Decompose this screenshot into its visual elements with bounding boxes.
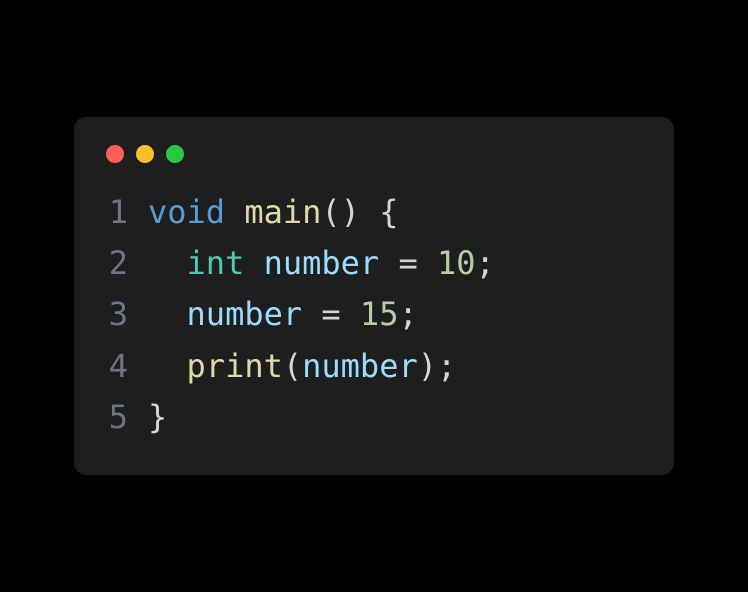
token-brace: }	[148, 398, 167, 436]
token-indent	[148, 244, 187, 282]
token-indent	[148, 295, 187, 333]
token-number: 15	[360, 295, 399, 333]
token-space	[244, 244, 263, 282]
token-number: 10	[437, 244, 476, 282]
token-semicolon: ;	[437, 347, 456, 385]
code-content: number = 15;	[148, 289, 642, 340]
code-line: 2 int number = 10;	[106, 238, 642, 289]
line-number: 4	[106, 341, 148, 392]
code-content: int number = 10;	[148, 238, 642, 289]
code-line: 1 void main() {	[106, 187, 642, 238]
code-line: 4 print(number);	[106, 341, 642, 392]
code-content: }	[148, 392, 642, 443]
code-line: 3 number = 15;	[106, 289, 642, 340]
code-content: void main() {	[148, 187, 642, 238]
close-button[interactable]	[106, 145, 124, 163]
code-content: print(number);	[148, 341, 642, 392]
token-parens: ()	[321, 193, 360, 231]
line-number: 1	[106, 187, 148, 238]
token-space	[379, 244, 398, 282]
token-type: int	[187, 244, 245, 282]
token-operator: =	[398, 244, 417, 282]
token-semicolon: ;	[398, 295, 417, 333]
editor-window: 1 void main() { 2 int number = 10; 3 num…	[74, 117, 674, 475]
maximize-button[interactable]	[166, 145, 184, 163]
token-paren: (	[283, 347, 302, 385]
token-space	[418, 244, 437, 282]
token-space	[360, 193, 379, 231]
code-line: 5 }	[106, 392, 642, 443]
token-space	[341, 295, 360, 333]
token-brace: {	[379, 193, 398, 231]
token-keyword: void	[148, 193, 225, 231]
token-variable: number	[264, 244, 380, 282]
token-indent	[148, 347, 187, 385]
line-number: 3	[106, 289, 148, 340]
token-function: main	[244, 193, 321, 231]
line-number: 2	[106, 238, 148, 289]
token-function: print	[187, 347, 283, 385]
token-operator: =	[321, 295, 340, 333]
minimize-button[interactable]	[136, 145, 154, 163]
token-space	[225, 193, 244, 231]
line-number: 5	[106, 392, 148, 443]
traffic-lights	[106, 145, 642, 163]
token-space	[302, 295, 321, 333]
token-paren: )	[418, 347, 437, 385]
token-variable: number	[187, 295, 303, 333]
token-variable: number	[302, 347, 418, 385]
code-area[interactable]: 1 void main() { 2 int number = 10; 3 num…	[106, 187, 642, 443]
token-semicolon: ;	[476, 244, 495, 282]
